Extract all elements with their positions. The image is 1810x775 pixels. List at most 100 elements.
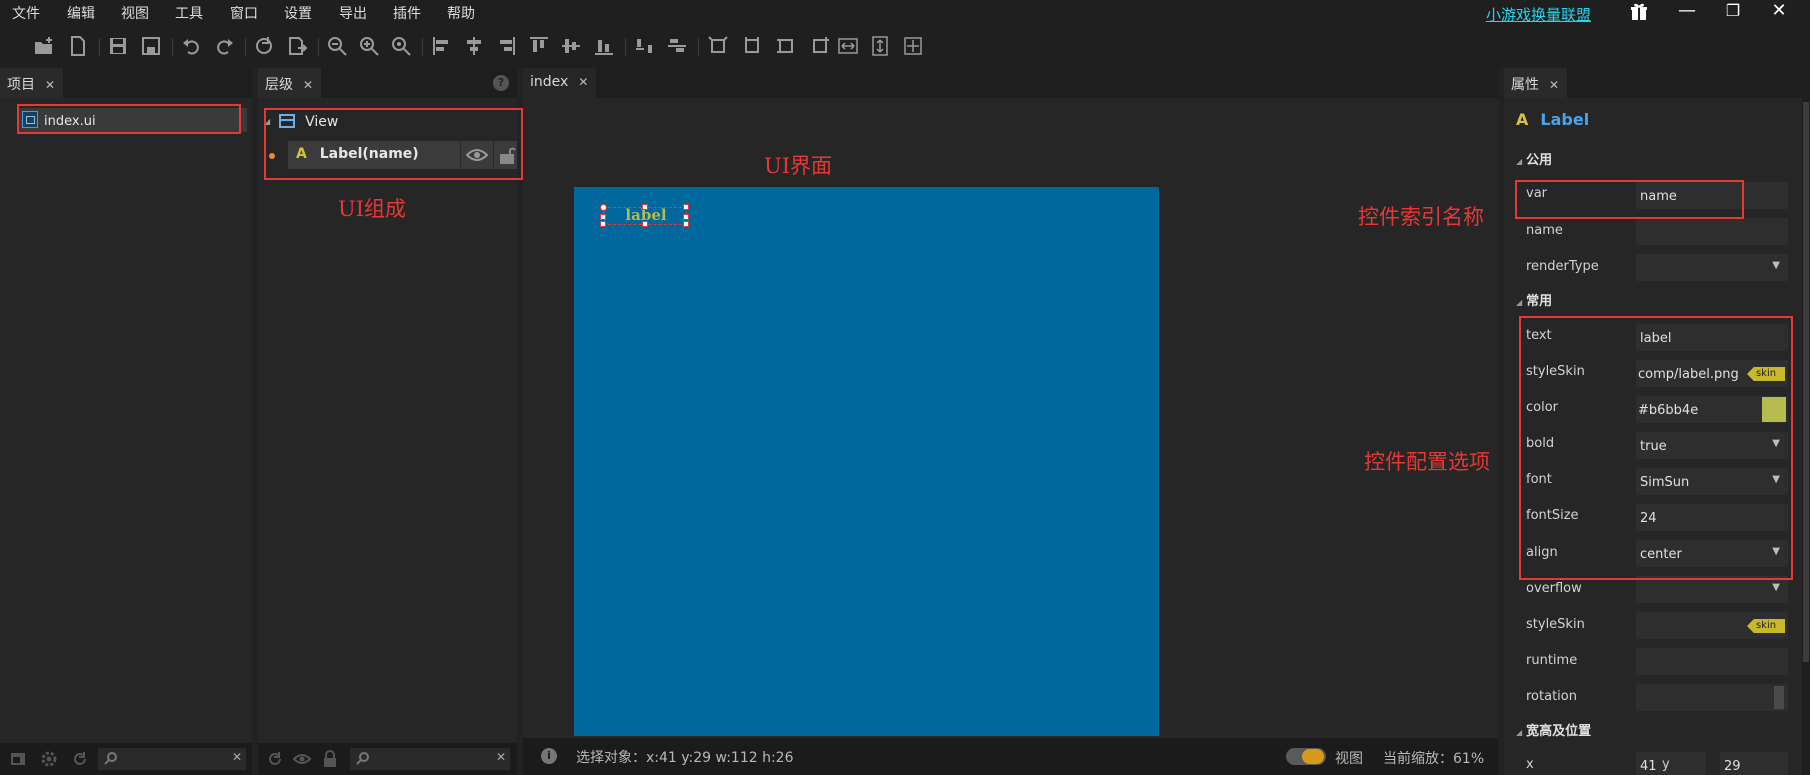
- ui-stage[interactable]: label: [574, 187, 1159, 736]
- clear-icon[interactable]: ✕: [232, 750, 242, 764]
- rotation-slider-handle[interactable]: [1774, 686, 1784, 709]
- prop-text-input[interactable]: label: [1636, 324, 1788, 351]
- close-icon[interactable]: ✕: [45, 78, 55, 92]
- gear-icon[interactable]: [40, 750, 58, 772]
- section-common[interactable]: ◢ 常用: [1516, 290, 1552, 309]
- close-window-button[interactable]: ✕: [1764, 0, 1794, 24]
- prop-fontsize-input[interactable]: 24: [1636, 504, 1788, 531]
- tab-index[interactable]: index ✕: [523, 68, 597, 98]
- save-all-icon[interactable]: [140, 35, 162, 57]
- resize-handle[interactable]: [683, 221, 689, 227]
- center-stage-icon[interactable]: [902, 35, 924, 57]
- align-right-icon[interactable]: [495, 35, 517, 57]
- selected-label[interactable]: label: [600, 204, 689, 227]
- menu-tools[interactable]: 工具: [175, 3, 203, 23]
- project-file-item[interactable]: index.ui: [17, 108, 247, 132]
- refresh-icon[interactable]: [72, 751, 88, 771]
- sponsor-link[interactable]: 小游戏换量联盟: [1486, 4, 1591, 25]
- menu-view[interactable]: 视图: [121, 3, 149, 23]
- restore-button[interactable]: ❐: [1718, 0, 1748, 24]
- prop-overflow-select[interactable]: [1636, 576, 1788, 603]
- prop-rotation-input[interactable]: [1636, 684, 1788, 711]
- align-top-icon[interactable]: [528, 35, 550, 57]
- resize-handle[interactable]: [600, 204, 607, 211]
- tab-layers[interactable]: 层级 ✕: [258, 68, 322, 98]
- resize-handle[interactable]: [600, 221, 606, 227]
- align-left-icon[interactable]: [431, 35, 453, 57]
- resize-handle[interactable]: [683, 214, 689, 220]
- tab-project[interactable]: 项目 ✕: [0, 68, 64, 98]
- layer-row-label[interactable]: A Label(name): [288, 141, 517, 169]
- size-fit-icon[interactable]: [707, 35, 729, 57]
- export-icon[interactable]: [286, 35, 308, 57]
- view-toggle[interactable]: [1286, 748, 1326, 765]
- space-v-icon[interactable]: [869, 35, 891, 57]
- zoom-in-icon[interactable]: [358, 35, 380, 57]
- align-middle-icon[interactable]: [560, 35, 582, 57]
- eye-icon[interactable]: [465, 147, 489, 167]
- new-folder-icon[interactable]: [33, 35, 55, 57]
- zoom-reset-icon[interactable]: [390, 35, 412, 57]
- resize-handle[interactable]: [642, 204, 648, 210]
- resize-handle[interactable]: [600, 214, 606, 220]
- resize-handle[interactable]: [642, 221, 648, 227]
- prop-y-input[interactable]: 29: [1720, 752, 1788, 775]
- folder-icon[interactable]: [10, 751, 26, 771]
- align-bottom-icon[interactable]: [593, 35, 615, 57]
- prop-font-select[interactable]: SimSun: [1636, 468, 1788, 495]
- prop-align-select[interactable]: center: [1636, 540, 1788, 567]
- save-icon[interactable]: [107, 35, 129, 57]
- prop-name-input[interactable]: [1636, 218, 1788, 245]
- menu-help[interactable]: 帮助: [447, 3, 475, 23]
- new-file-icon[interactable]: [67, 35, 89, 57]
- resize-handle[interactable]: [683, 204, 689, 210]
- collapse-icon[interactable]: ◢: [264, 117, 270, 126]
- layer-search-input[interactable]: ✕: [350, 748, 510, 770]
- section-size-pos[interactable]: ◢ 宽高及位置: [1516, 720, 1591, 739]
- clear-icon[interactable]: ✕: [496, 750, 506, 764]
- menu-export[interactable]: 导出: [339, 3, 367, 23]
- prop-x-input[interactable]: 41: [1636, 752, 1706, 775]
- size-height-icon[interactable]: [775, 35, 797, 57]
- gift-icon[interactable]: [1624, 0, 1654, 24]
- close-icon[interactable]: ✕: [578, 75, 588, 89]
- lock-icon[interactable]: [323, 750, 337, 772]
- prop-var-input[interactable]: name: [1636, 182, 1788, 209]
- redo-icon[interactable]: [213, 35, 235, 57]
- prop-styleskin-input[interactable]: comp/label.png skin: [1636, 360, 1788, 387]
- prop-rendertype-select[interactable]: [1636, 254, 1788, 281]
- prop-bold-select[interactable]: true: [1636, 432, 1788, 459]
- close-icon[interactable]: ✕: [1549, 78, 1559, 92]
- skin-tag[interactable]: skin: [1747, 619, 1785, 633]
- lock-icon[interactable]: [498, 145, 516, 169]
- menu-plugins[interactable]: 插件: [393, 3, 421, 23]
- refresh-icon[interactable]: [267, 751, 283, 771]
- minimize-button[interactable]: —: [1672, 0, 1702, 24]
- size-width-icon[interactable]: [741, 35, 763, 57]
- undo-icon[interactable]: [181, 35, 203, 57]
- close-icon[interactable]: ✕: [303, 78, 313, 92]
- props-scrollbar[interactable]: [1802, 98, 1810, 775]
- menu-file[interactable]: 文件: [12, 3, 40, 23]
- menu-settings[interactable]: 设置: [284, 3, 312, 23]
- menu-edit[interactable]: 编辑: [67, 3, 95, 23]
- distribute-h-icon[interactable]: [634, 35, 656, 57]
- project-search-input[interactable]: ✕: [98, 748, 246, 770]
- prop-styleskin2-input[interactable]: skin: [1636, 612, 1788, 639]
- zoom-out-icon[interactable]: [326, 35, 348, 57]
- prop-runtime-input[interactable]: [1636, 648, 1788, 675]
- refresh-icon[interactable]: [253, 35, 275, 57]
- menu-window[interactable]: 窗口: [230, 3, 258, 23]
- help-icon[interactable]: ?: [493, 75, 509, 91]
- tab-properties[interactable]: 属性 ✕: [1504, 68, 1568, 98]
- color-swatch[interactable]: [1762, 397, 1786, 422]
- section-public[interactable]: ◢ 公用: [1516, 149, 1552, 168]
- align-center-h-icon[interactable]: [463, 35, 485, 57]
- layer-row-view[interactable]: ◢ View: [264, 114, 338, 142]
- skin-tag[interactable]: skin: [1747, 367, 1785, 381]
- prop-color-input[interactable]: #b6bb4e: [1636, 396, 1788, 423]
- eye-icon[interactable]: [292, 752, 312, 770]
- space-h-icon[interactable]: [837, 35, 859, 57]
- distribute-v-icon[interactable]: [666, 35, 688, 57]
- size-same-icon[interactable]: [809, 35, 831, 57]
